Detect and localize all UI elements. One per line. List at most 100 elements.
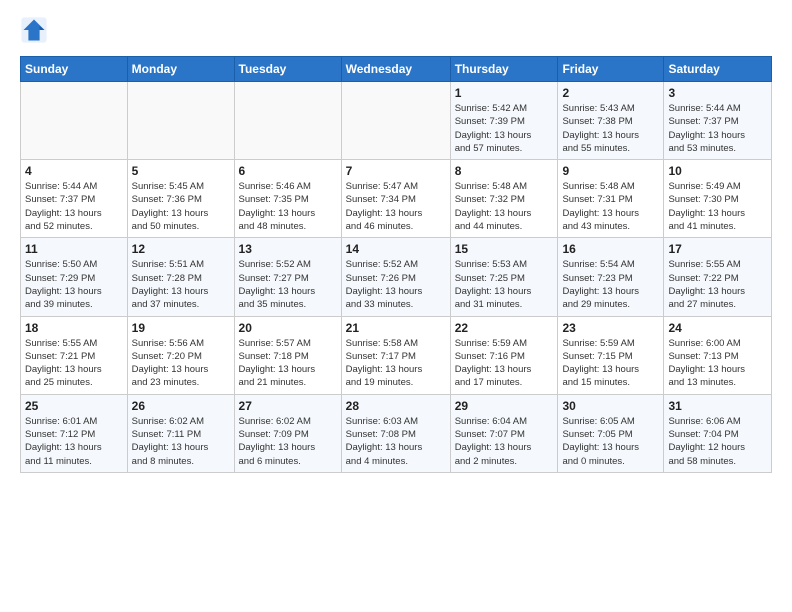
weekday-saturday: Saturday [664,57,772,82]
day-number: 11 [25,242,123,256]
day-info: Sunrise: 5:55 AM Sunset: 7:22 PM Dayligh… [668,258,767,311]
day-cell: 24 Sunrise: 6:00 AM Sunset: 7:13 PM Dayli… [664,316,772,394]
day-cell: 17 Sunrise: 5:55 AM Sunset: 7:22 PM Dayli… [664,238,772,316]
day-info: Sunrise: 5:54 AM Sunset: 7:23 PM Dayligh… [562,258,659,311]
week-row-3: 18Sunrise: 5:55 AM Sunset: 7:21 PM Dayli… [21,316,772,394]
day-info: Sunrise: 5:50 AM Sunset: 7:29 PM Dayligh… [25,258,123,311]
day-info: Sunrise: 5:45 AM Sunset: 7:36 PM Dayligh… [132,180,230,233]
day-info: Sunrise: 6:02 AM Sunset: 7:11 PM Dayligh… [132,415,230,468]
day-number: 23 [562,321,659,335]
week-row-0: 1Sunrise: 5:42 AM Sunset: 7:39 PM Daylig… [21,82,772,160]
day-cell: 25Sunrise: 6:01 AM Sunset: 7:12 PM Dayli… [21,394,128,472]
day-number: 14 [346,242,446,256]
day-cell: 18Sunrise: 5:55 AM Sunset: 7:21 PM Dayli… [21,316,128,394]
day-info: Sunrise: 5:53 AM Sunset: 7:25 PM Dayligh… [455,258,554,311]
day-number: 5 [132,164,230,178]
day-number: 3 [668,86,767,100]
day-number: 17 [668,242,767,256]
day-cell: 14 Sunrise: 5:52 AM Sunset: 7:26 PM Dayli… [341,238,450,316]
weekday-friday: Friday [558,57,664,82]
day-info: Sunrise: 5:48 AM Sunset: 7:31 PM Dayligh… [562,180,659,233]
weekday-header-row: SundayMondayTuesdayWednesdayThursdayFrid… [21,57,772,82]
day-number: 13 [239,242,337,256]
day-number: 6 [239,164,337,178]
day-number: 19 [132,321,230,335]
day-cell: 2 Sunrise: 5:43 AM Sunset: 7:38 PM Daylig… [558,82,664,160]
weekday-wednesday: Wednesday [341,57,450,82]
weekday-sunday: Sunday [21,57,128,82]
day-cell: 3 Sunrise: 5:44 AM Sunset: 7:37 PM Daylig… [664,82,772,160]
day-info: Sunrise: 5:59 AM Sunset: 7:16 PM Dayligh… [455,337,554,390]
day-number: 18 [25,321,123,335]
week-row-1: 4Sunrise: 5:44 AM Sunset: 7:37 PM Daylig… [21,160,772,238]
day-number: 8 [455,164,554,178]
calendar-table: SundayMondayTuesdayWednesdayThursdayFrid… [20,56,772,473]
day-info: Sunrise: 5:52 AM Sunset: 7:27 PM Dayligh… [239,258,337,311]
page: SundayMondayTuesdayWednesdayThursdayFrid… [0,0,792,489]
day-number: 12 [132,242,230,256]
day-cell: 4Sunrise: 5:44 AM Sunset: 7:37 PM Daylig… [21,160,128,238]
day-number: 7 [346,164,446,178]
day-number: 1 [455,86,554,100]
day-info: Sunrise: 5:58 AM Sunset: 7:17 PM Dayligh… [346,337,446,390]
day-number: 2 [562,86,659,100]
day-number: 28 [346,399,446,413]
day-info: Sunrise: 5:43 AM Sunset: 7:38 PM Dayligh… [562,102,659,155]
day-info: Sunrise: 6:04 AM Sunset: 7:07 PM Dayligh… [455,415,554,468]
day-info: Sunrise: 5:44 AM Sunset: 7:37 PM Dayligh… [25,180,123,233]
day-cell: 19 Sunrise: 5:56 AM Sunset: 7:20 PM Dayli… [127,316,234,394]
day-info: Sunrise: 5:48 AM Sunset: 7:32 PM Dayligh… [455,180,554,233]
week-row-2: 11 Sunrise: 5:50 AM Sunset: 7:29 PM Dayli… [21,238,772,316]
day-cell: 29 Sunrise: 6:04 AM Sunset: 7:07 PM Dayli… [450,394,558,472]
day-number: 15 [455,242,554,256]
day-info: Sunrise: 5:52 AM Sunset: 7:26 PM Dayligh… [346,258,446,311]
day-cell: 10 Sunrise: 5:49 AM Sunset: 7:30 PM Dayli… [664,160,772,238]
day-cell: 20 Sunrise: 5:57 AM Sunset: 7:18 PM Dayli… [234,316,341,394]
day-info: Sunrise: 5:59 AM Sunset: 7:15 PM Dayligh… [562,337,659,390]
day-cell: 22Sunrise: 5:59 AM Sunset: 7:16 PM Dayli… [450,316,558,394]
day-info: Sunrise: 6:05 AM Sunset: 7:05 PM Dayligh… [562,415,659,468]
day-cell: 13 Sunrise: 5:52 AM Sunset: 7:27 PM Dayli… [234,238,341,316]
day-info: Sunrise: 5:46 AM Sunset: 7:35 PM Dayligh… [239,180,337,233]
day-info: Sunrise: 5:56 AM Sunset: 7:20 PM Dayligh… [132,337,230,390]
day-info: Sunrise: 5:57 AM Sunset: 7:18 PM Dayligh… [239,337,337,390]
day-cell [234,82,341,160]
logo [20,16,52,44]
day-info: Sunrise: 6:02 AM Sunset: 7:09 PM Dayligh… [239,415,337,468]
day-number: 29 [455,399,554,413]
day-number: 24 [668,321,767,335]
day-info: Sunrise: 6:06 AM Sunset: 7:04 PM Dayligh… [668,415,767,468]
day-info: Sunrise: 6:03 AM Sunset: 7:08 PM Dayligh… [346,415,446,468]
day-cell: 26Sunrise: 6:02 AM Sunset: 7:11 PM Dayli… [127,394,234,472]
day-cell: 12 Sunrise: 5:51 AM Sunset: 7:28 PM Dayli… [127,238,234,316]
day-info: Sunrise: 5:49 AM Sunset: 7:30 PM Dayligh… [668,180,767,233]
day-info: Sunrise: 6:00 AM Sunset: 7:13 PM Dayligh… [668,337,767,390]
weekday-thursday: Thursday [450,57,558,82]
day-info: Sunrise: 5:44 AM Sunset: 7:37 PM Dayligh… [668,102,767,155]
day-cell [127,82,234,160]
day-cell: 8 Sunrise: 5:48 AM Sunset: 7:32 PM Daylig… [450,160,558,238]
day-info: Sunrise: 5:51 AM Sunset: 7:28 PM Dayligh… [132,258,230,311]
day-number: 31 [668,399,767,413]
day-cell: 9 Sunrise: 5:48 AM Sunset: 7:31 PM Daylig… [558,160,664,238]
day-cell: 30 Sunrise: 6:05 AM Sunset: 7:05 PM Dayli… [558,394,664,472]
day-cell: 1Sunrise: 5:42 AM Sunset: 7:39 PM Daylig… [450,82,558,160]
day-cell [21,82,128,160]
day-cell: 23 Sunrise: 5:59 AM Sunset: 7:15 PM Dayli… [558,316,664,394]
day-cell: 15 Sunrise: 5:53 AM Sunset: 7:25 PM Dayli… [450,238,558,316]
day-cell: 11 Sunrise: 5:50 AM Sunset: 7:29 PM Dayli… [21,238,128,316]
day-number: 16 [562,242,659,256]
day-number: 30 [562,399,659,413]
day-number: 9 [562,164,659,178]
day-number: 20 [239,321,337,335]
day-cell: 31 Sunrise: 6:06 AM Sunset: 7:04 PM Dayli… [664,394,772,472]
day-number: 27 [239,399,337,413]
day-cell: 27 Sunrise: 6:02 AM Sunset: 7:09 PM Dayli… [234,394,341,472]
day-cell: 6 Sunrise: 5:46 AM Sunset: 7:35 PM Daylig… [234,160,341,238]
day-number: 10 [668,164,767,178]
day-number: 21 [346,321,446,335]
day-number: 25 [25,399,123,413]
day-cell: 16 Sunrise: 5:54 AM Sunset: 7:23 PM Dayli… [558,238,664,316]
week-row-4: 25Sunrise: 6:01 AM Sunset: 7:12 PM Dayli… [21,394,772,472]
day-cell: 7Sunrise: 5:47 AM Sunset: 7:34 PM Daylig… [341,160,450,238]
